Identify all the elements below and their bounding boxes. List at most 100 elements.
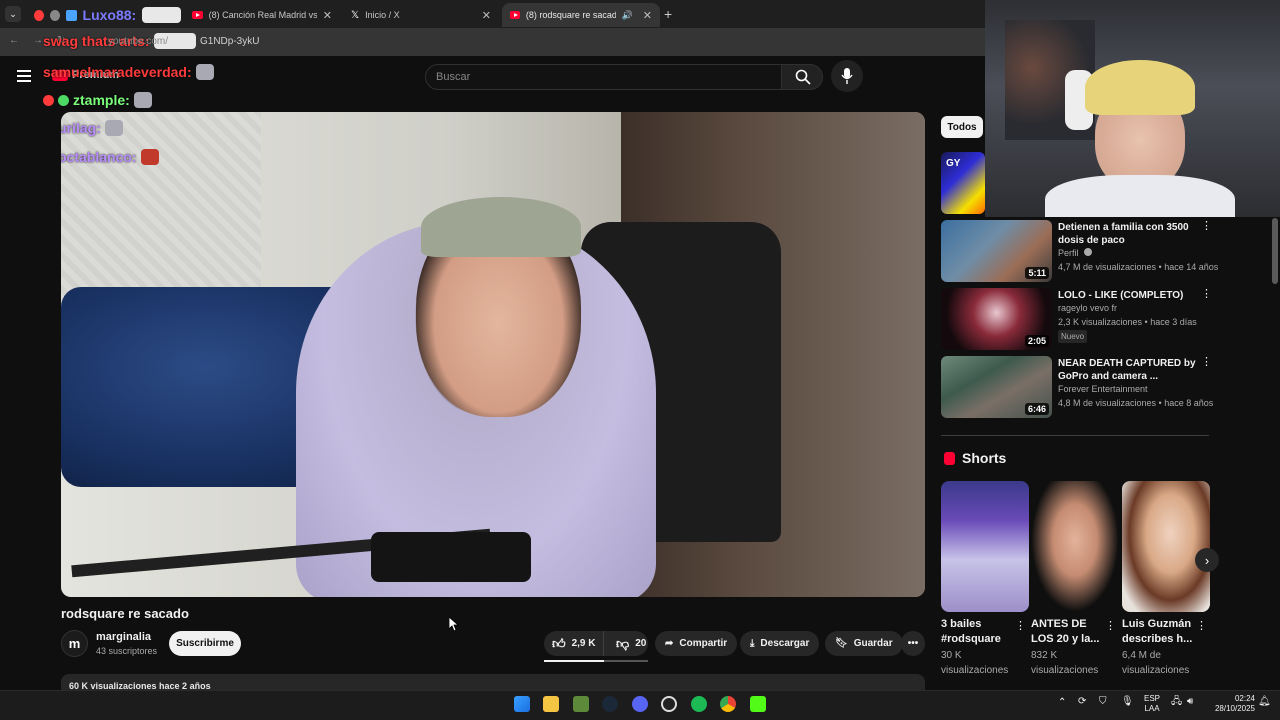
channel-name[interactable]: Perfil bbox=[1058, 248, 1079, 258]
recommendation-item[interactable]: 5:11 Detienen a familia con 3500 dosis d… bbox=[941, 220, 1218, 284]
chat-line-octablanco: octablanco: bbox=[61, 149, 159, 165]
search-button[interactable] bbox=[781, 64, 823, 90]
kick-icon[interactable] bbox=[750, 696, 766, 712]
cat-emote-icon bbox=[104, 120, 123, 136]
back-arrow-icon[interactable]: ← bbox=[9, 35, 19, 46]
language-indicator[interactable]: ESP LAA bbox=[1140, 694, 1164, 714]
tab-inicio-x[interactable]: 𝕏 Inicio / X ✕ bbox=[343, 3, 499, 27]
page-scrollbar[interactable] bbox=[1272, 218, 1278, 284]
new-tab-button[interactable]: + bbox=[664, 6, 672, 22]
webcam-cap bbox=[1085, 60, 1195, 115]
close-tab-icon[interactable]: ✕ bbox=[482, 9, 491, 22]
share-button[interactable]: ➦ Compartir bbox=[655, 631, 738, 656]
chat-line-ztample: ztample: bbox=[43, 92, 152, 108]
windows-start-icon[interactable] bbox=[514, 696, 530, 712]
chevron-up-icon[interactable]: ⌃ bbox=[1058, 698, 1066, 708]
language-code: ESP bbox=[1143, 694, 1160, 703]
mouse-cursor-icon bbox=[449, 617, 459, 632]
browser-tab-bar: ⌄ Luxo88: (8) Canción Real Madrid vs Bar… bbox=[0, 0, 985, 28]
more-vertical-icon[interactable]: ⋮ bbox=[1105, 621, 1116, 632]
chip-all[interactable]: Todos bbox=[941, 116, 983, 138]
short-title: Luis Guzmán describes h... bbox=[1122, 618, 1193, 645]
discord-icon[interactable] bbox=[632, 696, 648, 712]
channel-name[interactable]: Forever Entertainment bbox=[1058, 384, 1148, 394]
voice-search-button[interactable] bbox=[831, 60, 863, 92]
tab-label: Inicio / X bbox=[365, 10, 400, 20]
share-icon: ➦ bbox=[665, 638, 674, 649]
clock-date: 28/10/2025 bbox=[1214, 704, 1255, 713]
more-vertical-icon[interactable]: ⋮ bbox=[1201, 221, 1212, 232]
tab-list-dropdown[interactable]: ⌄ bbox=[5, 6, 21, 22]
channel-name[interactable]: marginalia bbox=[96, 631, 151, 643]
save-button[interactable]: 🔖︎ Guardar bbox=[825, 631, 903, 656]
x-logo-icon: 𝕏 bbox=[351, 9, 360, 21]
like-button[interactable]: 👍︎ 2,9 K bbox=[544, 631, 604, 656]
download-button[interactable]: ⤓ Descargar bbox=[740, 631, 820, 656]
recommendation-item[interactable]: 2:05 LOLO - LIKE (COMPLETO) rageylo vevo… bbox=[941, 288, 1212, 352]
video-meta: 2,3 K visualizaciones • hace 3 días bbox=[1058, 317, 1197, 327]
chat-line-samuel: samuelmaradeverdad: bbox=[43, 64, 214, 80]
speaker-icon[interactable]: 🔊 bbox=[622, 10, 633, 21]
channel-avatar[interactable]: m bbox=[61, 630, 88, 657]
duration-badge: 2:05 bbox=[1024, 335, 1049, 347]
minecraft-icon[interactable] bbox=[573, 696, 589, 712]
video-title: Detienen a familia con 3500 dosis de pac… bbox=[1058, 222, 1189, 246]
short-title: ANTES DE LOS 20 y la... bbox=[1031, 618, 1100, 645]
tab-overlay[interactable]: Luxo88: bbox=[26, 3, 182, 27]
sync-icon[interactable]: ⟳ bbox=[1078, 697, 1086, 707]
clock[interactable]: 02:24 28/10/2025 bbox=[1205, 694, 1255, 714]
address-bar: ← → ↻ swag thats arts: youtube.com/ G1ND… bbox=[0, 28, 985, 56]
emote-icon bbox=[50, 9, 61, 21]
red-dot-icon bbox=[34, 9, 45, 21]
shorts-icon bbox=[944, 452, 955, 465]
language-sub: LAA bbox=[1144, 704, 1160, 713]
microphone-tray-icon[interactable]: 🎙︎ bbox=[1121, 697, 1134, 707]
shield-icon[interactable]: ⛉ bbox=[1099, 697, 1107, 707]
tab-real-madrid[interactable]: (8) Canción Real Madrid vs Barc ✕ bbox=[184, 3, 340, 27]
webcam-shirt bbox=[1045, 175, 1235, 217]
obs-icon[interactable] bbox=[661, 696, 677, 712]
more-actions-button[interactable]: ••• bbox=[901, 631, 925, 656]
steam-icon[interactable] bbox=[602, 696, 618, 712]
channel-name[interactable]: rageylo vevo fr bbox=[1058, 303, 1117, 313]
tab-label: (8) rodsquare re sacado - Yo bbox=[525, 10, 616, 20]
channel-row: Perfil bbox=[1058, 248, 1093, 258]
url-text[interactable]: G1NDp-3ykU bbox=[200, 36, 259, 47]
short-thumbnail[interactable] bbox=[1031, 481, 1119, 612]
short-thumbnail[interactable] bbox=[941, 481, 1029, 612]
network-icon[interactable]: 🖧 bbox=[1171, 697, 1182, 707]
clock-time: 02:24 bbox=[1234, 694, 1255, 703]
subscriber-count: 43 suscriptores bbox=[96, 646, 158, 656]
url-prefix[interactable]: youtube.com/ bbox=[108, 36, 168, 47]
subscribe-button[interactable]: Suscribirme bbox=[169, 631, 241, 656]
chevron-right-icon[interactable]: › bbox=[1195, 548, 1219, 572]
more-vertical-icon[interactable]: ⋮ bbox=[1201, 357, 1212, 368]
tab-rodsquare[interactable]: (8) rodsquare re sacado - Yo 🔊 ✕ bbox=[502, 3, 660, 27]
dislike-button[interactable]: 👎︎ 20 bbox=[610, 631, 646, 656]
short-thumbnail[interactable] bbox=[1122, 481, 1210, 612]
tab-overlay-label: Luxo88: bbox=[82, 7, 137, 23]
file-explorer-icon[interactable] bbox=[543, 696, 559, 712]
more-vertical-icon[interactable]: ⋮ bbox=[1015, 621, 1026, 632]
divider bbox=[941, 435, 1209, 436]
spotify-icon[interactable] bbox=[691, 696, 707, 712]
forward-arrow-icon[interactable]: → bbox=[33, 35, 43, 46]
recommendation-item[interactable]: 6:46 NEAR DEATH CAPTURED by GoPro and ca… bbox=[941, 356, 1213, 420]
more-vertical-icon[interactable]: ⋮ bbox=[1201, 289, 1212, 300]
video-thumbnail: 2:05 bbox=[941, 288, 1052, 350]
search-input[interactable]: Buscar bbox=[425, 64, 782, 90]
chrome-icon[interactable] bbox=[720, 696, 736, 712]
notification-bell-icon[interactable]: 🔔︎ bbox=[1258, 697, 1271, 707]
menu-icon[interactable] bbox=[17, 70, 31, 82]
close-tab-icon[interactable]: ✕ bbox=[643, 9, 652, 22]
blurred-emote-icon bbox=[142, 7, 182, 23]
volume-icon[interactable]: 🔊︎ bbox=[1187, 697, 1193, 707]
more-vertical-icon[interactable]: ⋮ bbox=[1196, 621, 1207, 632]
youtube-icon bbox=[510, 11, 520, 19]
video-frame-cap bbox=[421, 197, 581, 257]
cat-emote-icon bbox=[133, 92, 152, 108]
download-label: Descargar bbox=[760, 638, 810, 649]
close-tab-icon[interactable]: ✕ bbox=[323, 9, 332, 22]
thumbs-down-icon: 👎︎ bbox=[616, 635, 630, 651]
video-player[interactable]: urilag: octablanco: bbox=[61, 112, 925, 597]
